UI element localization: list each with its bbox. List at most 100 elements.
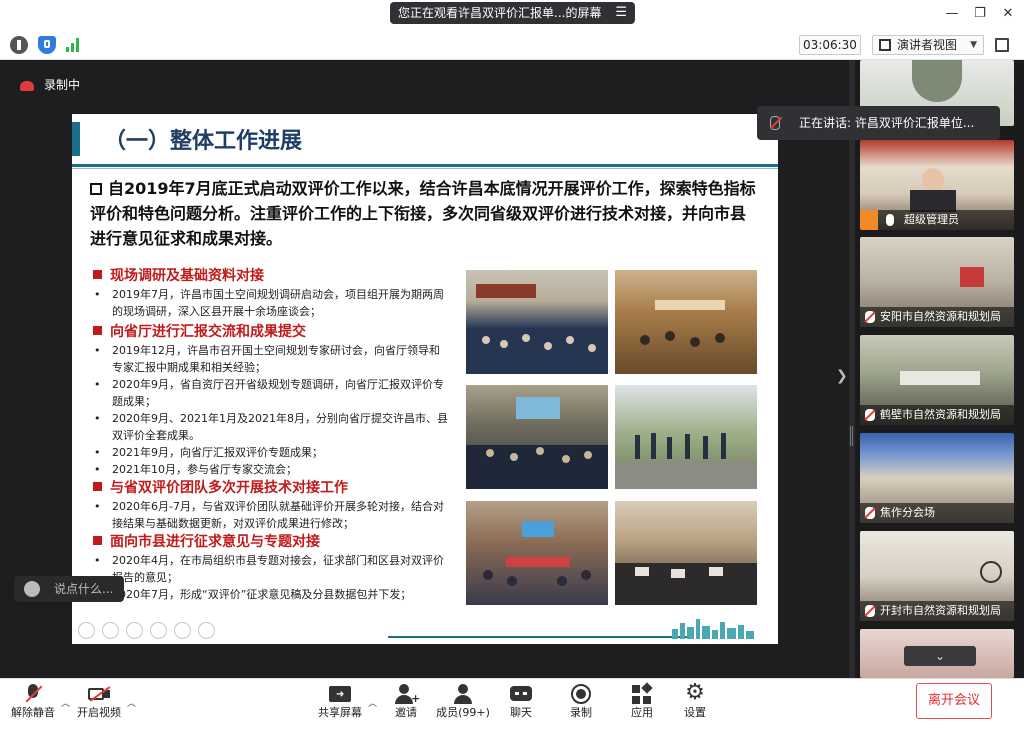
muted-mic-icon [865, 409, 875, 421]
list-item: 2020年6月-7月，与省双评价团队就基础评价开展多轮对接，结合对接结果与基础数… [90, 498, 450, 532]
chevron-right-icon[interactable]: ❯ [836, 368, 848, 384]
recording-label: 录制中 [44, 78, 81, 92]
list-item: 2019年12月，许昌市召开国土空间规划专家研讨会，向省厅领导和专家汇报中期成果… [90, 342, 450, 376]
invite-button[interactable]: + 邀请 [386, 678, 426, 730]
section-heading: 现场调研及基础资料对接 [90, 266, 460, 286]
layout-icon [879, 39, 891, 51]
chat-icon [510, 684, 532, 704]
emoji-icon[interactable] [24, 581, 40, 597]
members-label: 成员(99+) [436, 706, 490, 719]
participant-tile[interactable]: 焦作分会场 [860, 433, 1014, 523]
list-item: 2021年10月，参与省厅专家交流会； [90, 461, 450, 478]
window-title: 您正在观看许昌双评价汇报单...的屏幕 [398, 6, 602, 20]
section-heading: 与省双评价团队多次开展技术对接工作 [90, 478, 460, 498]
meeting-timer: 03:06:30 [799, 35, 861, 55]
slides-icon[interactable] [150, 622, 167, 639]
participant-label: 鹤壁市自然资源和规划局 [860, 405, 1014, 425]
participant-tile[interactable]: 安阳市自然资源和规划局 [860, 237, 1014, 327]
muted-mic-icon [865, 507, 875, 519]
fullscreen-icon[interactable] [995, 38, 1009, 52]
gear-icon: ⚙ [685, 680, 705, 705]
recording-icon [20, 80, 34, 91]
participant-label: 安阳市自然资源和规划局 [860, 307, 1014, 327]
view-mode-dropdown[interactable]: 演讲者视图 ▼ [872, 35, 984, 55]
meeting-info-bar: 03:06:30 演讲者视图 ▼ [0, 30, 1024, 60]
view-mode-label: 演讲者视图 [897, 38, 958, 52]
list-item: 2020年4月，在市局组织市县专题对接会，征求部门和区县对双评价报告的意见； [90, 552, 450, 586]
close-button[interactable]: ✕ [1000, 6, 1016, 22]
chevron-down-icon: ⌄ [934, 649, 946, 663]
settings-label: 设置 [684, 706, 706, 719]
intro-text: 自2019年7月底正式启动双评价工作以来，结合许昌本底情况开展评价工作，探索特色… [90, 179, 756, 248]
meeting-photo [466, 385, 608, 489]
meeting-photo [466, 270, 608, 374]
record-label: 录制 [570, 706, 592, 719]
muted-mic-icon [770, 116, 780, 130]
recording-indicator: 录制中 [20, 76, 80, 93]
share-screen-button[interactable]: ➜ 共享屏幕 [314, 678, 366, 730]
host-icon [860, 210, 878, 230]
muted-mic-icon [865, 311, 875, 323]
participant-tile[interactable]: 鹤壁市自然资源和规划局 [860, 335, 1014, 425]
chat-button[interactable]: 聊天 [502, 678, 540, 730]
chevron-down-icon: ▼ [970, 40, 977, 50]
microphone-icon [886, 214, 894, 226]
share-screen-label: 共享屏幕 [318, 706, 362, 719]
record-button[interactable]: 录制 [562, 678, 600, 730]
section-heading: 向省厅进行汇报交流和成果提交 [90, 322, 460, 342]
menu-icon[interactable]: ☰ [615, 2, 627, 24]
apps-icon [631, 682, 653, 704]
chevron-up-icon[interactable]: ︿ [368, 696, 377, 709]
participant-label: 焦作分会场 [860, 503, 1014, 523]
apps-button[interactable]: 应用 [623, 678, 661, 730]
signal-icon[interactable] [66, 38, 82, 52]
settings-button[interactable]: ⚙ 设置 [676, 678, 714, 730]
zoom-icon[interactable] [174, 622, 191, 639]
presentation-slide: （一）整体工作进展 自2019年7月底正式启动双评价工作以来，结合许昌本底情况开… [72, 114, 778, 644]
slide-nav-tools[interactable] [78, 622, 228, 640]
divider [72, 164, 778, 167]
minimize-button[interactable]: — [944, 6, 960, 22]
meeting-photo [466, 501, 608, 605]
muted-microphone-icon [22, 684, 44, 704]
start-video-button[interactable]: 开启视频 [72, 678, 126, 730]
chevron-up-icon[interactable]: ︿ [61, 696, 70, 709]
more-icon[interactable] [198, 622, 215, 639]
members-button[interactable]: 成员(99+) [432, 678, 494, 730]
video-off-icon [88, 684, 111, 704]
avatar [912, 60, 962, 102]
participant-label: 超级管理员 [860, 210, 1014, 230]
slide-header: （一）整体工作进展 [72, 114, 778, 164]
sharing-banner[interactable]: 您正在观看许昌双评价汇报单...的屏幕 ☰ [390, 2, 635, 24]
add-user-icon: + [395, 684, 420, 704]
speaking-text: 正在讲话: 许昌双评价汇报单位... [799, 116, 975, 130]
record-icon [570, 684, 592, 704]
scroll-down-button[interactable]: ⌄ [904, 646, 976, 666]
checkbox-bullet-icon [90, 183, 102, 195]
list-item: 2020年7月，形成“双评价”征求意见稿及分县数据包并下发； [90, 586, 450, 603]
skyline-decoration [672, 619, 754, 639]
restore-button[interactable]: ❐ [972, 6, 988, 22]
pen-icon[interactable] [126, 622, 143, 639]
members-icon [452, 684, 474, 704]
chevron-up-icon[interactable]: ︿ [127, 696, 136, 709]
participant-tile[interactable]: 超级管理员 [860, 140, 1014, 230]
next-slide-icon[interactable] [102, 622, 119, 639]
list-item: 2020年9月，省自资厅召开省级规划专题调研，向省厅汇报双评价专题成果； [90, 376, 450, 410]
leave-meeting-button[interactable]: 离开会议 [916, 683, 992, 719]
slide-bullets: 现场调研及基础资料对接 2019年7月，许昌市国土空间规划调研启动会，项目组开展… [90, 266, 460, 603]
chat-input[interactable]: 说点什么... [14, 576, 124, 602]
speaking-indicator: 正在讲话: 许昌双评价汇报单位... [757, 106, 1000, 140]
slide-title: （一）整体工作进展 [104, 129, 303, 154]
list-item: 2019年7月，许昌市国土空间规划调研启动会，项目组开展为期两周的现场调研，深入… [90, 286, 450, 320]
participant-tile[interactable]: 开封市自然资源和规划局 [860, 531, 1014, 621]
security-shield-icon[interactable] [38, 36, 56, 54]
title-accent-bar [72, 122, 80, 156]
invite-label: 邀请 [395, 706, 417, 719]
square-bullet-icon [93, 270, 102, 279]
unmute-button[interactable]: 解除静音 [6, 678, 60, 730]
window-titlebar: 您正在观看许昌双评价汇报单...的屏幕 ☰ — ❐ ✕ [0, 0, 1024, 30]
info-icon[interactable] [10, 36, 28, 54]
prev-slide-icon[interactable] [78, 622, 95, 639]
participant-label: 开封市自然资源和规划局 [860, 601, 1014, 621]
